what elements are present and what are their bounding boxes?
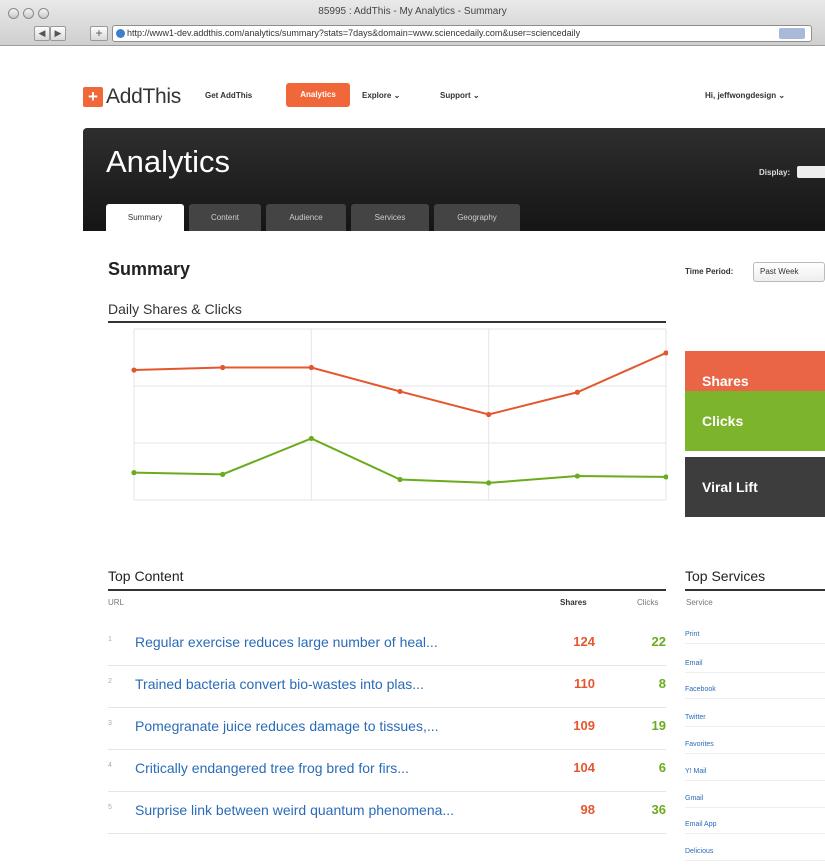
row-shares: 98 — [580, 802, 595, 817]
metric-clicks[interactable]: Clicks — [685, 391, 825, 451]
chart-title: Daily Shares & Clicks — [108, 301, 242, 317]
chevron-down-icon: ⌄ — [472, 91, 480, 100]
plus-icon: + — [83, 87, 103, 107]
col-clicks: Clicks — [637, 598, 659, 607]
user-greeting: Hi, jeffwongdesign — [705, 91, 777, 100]
url-bar[interactable]: http://www1-dev.addthis.com/analytics/su… — [112, 25, 812, 42]
reader-button[interactable] — [779, 28, 805, 39]
page-title: Analytics — [106, 144, 231, 179]
row-number: 1 — [108, 636, 112, 643]
service-link[interactable]: Favorites — [685, 736, 825, 754]
service-link[interactable]: Email — [685, 655, 825, 673]
shares-data-point — [486, 411, 492, 418]
row-shares: 124 — [573, 634, 595, 649]
table-row[interactable]: 5 Surprise link between weird quantum ph… — [108, 792, 666, 834]
daily-shares-clicks-chart — [131, 328, 668, 501]
service-link[interactable]: Y! Mail — [685, 763, 825, 781]
shares-series-line — [133, 352, 667, 416]
summary-heading: Summary — [108, 259, 191, 279]
col-url: URL — [108, 598, 125, 607]
service-link[interactable]: Twitter — [685, 709, 825, 727]
forward-arrow-icon[interactable]: ▶ — [50, 26, 66, 41]
back-arrow-icon[interactable]: ◀ — [34, 26, 50, 41]
row-number: 5 — [108, 804, 112, 811]
shares-data-point — [308, 364, 314, 371]
clicks-data-point — [220, 471, 226, 477]
plus-icon[interactable]: + — [90, 26, 108, 41]
row-number: 4 — [108, 762, 112, 769]
clicks-data-point — [574, 473, 580, 479]
shares-data-point — [397, 388, 403, 395]
row-link[interactable]: Pomegranate juice reduces damage to tiss… — [135, 718, 439, 734]
row-shares: 109 — [573, 718, 595, 733]
url-text: http://www1-dev.addthis.com/analytics/su… — [127, 28, 581, 38]
nav-explore[interactable]: Explore ⌄ — [362, 91, 400, 100]
row-clicks: 22 — [651, 634, 666, 649]
row-clicks: 6 — [658, 760, 666, 775]
nav-get-addthis[interactable]: Get AddThis — [205, 91, 252, 100]
clicks-data-point — [663, 474, 668, 480]
metric-viral-lift[interactable]: Viral Lift — [685, 457, 825, 517]
clicks-data-point — [131, 470, 137, 476]
row-shares: 104 — [573, 760, 595, 775]
nav-support-label: Support — [440, 91, 471, 100]
row-shares: 110 — [574, 676, 595, 691]
shares-data-point — [574, 389, 580, 395]
row-link[interactable]: Critically endangered tree frog bred for… — [135, 760, 409, 776]
top-content-heading: Top Content — [108, 568, 184, 584]
display-label: Display: — [759, 168, 791, 177]
row-clicks: 8 — [658, 676, 666, 691]
row-number: 2 — [108, 678, 112, 685]
top-services-heading: Top Services — [685, 568, 766, 584]
analytics-banner: Analytics Display: Summary Content Audie… — [83, 128, 825, 231]
tab-audience[interactable]: Audience — [266, 204, 346, 231]
service-link[interactable]: Gmail — [685, 790, 825, 808]
nav-analytics[interactable]: Analytics — [286, 83, 350, 107]
chevron-down-icon: ⌄ — [778, 91, 786, 100]
clicks-data-point — [308, 435, 314, 442]
table-row[interactable]: 3 Pomegranate juice reduces damage to ti… — [108, 708, 666, 750]
browser-chrome: 85995 : AddThis - My Analytics - Summary… — [0, 0, 825, 46]
row-number: 3 — [108, 720, 112, 727]
clicks-data-point — [397, 476, 403, 483]
clicks-series-line — [133, 437, 667, 484]
window-title: 85995 : AddThis - My Analytics - Summary — [318, 6, 507, 17]
logo-text: AddThis — [106, 85, 181, 108]
row-link[interactable]: Surprise link between weird quantum phen… — [135, 802, 454, 818]
chevron-down-icon: ⌄ — [393, 91, 401, 100]
row-clicks: 19 — [651, 718, 666, 733]
service-link[interactable]: Email App — [685, 816, 825, 834]
col-shares: Shares — [560, 598, 587, 607]
tab-content[interactable]: Content — [189, 204, 261, 231]
tab-summary[interactable]: Summary — [106, 204, 184, 231]
tab-services[interactable]: Services — [351, 204, 429, 231]
shares-data-point — [131, 367, 137, 373]
row-clicks: 36 — [651, 802, 666, 817]
table-row[interactable]: 1 Regular exercise reduces large number … — [108, 624, 666, 666]
table-row[interactable]: 4 Critically endangered tree frog bred f… — [108, 750, 666, 792]
nav-support[interactable]: Support ⌄ — [440, 91, 480, 100]
tab-geography[interactable]: Geography — [434, 204, 520, 231]
nav-explore-label: Explore — [362, 91, 392, 100]
time-period-select[interactable]: Past Week — [753, 262, 825, 282]
shares-data-point — [220, 364, 226, 371]
service-link[interactable]: Print — [685, 626, 825, 644]
user-menu[interactable]: Hi, jeffwongdesign ⌄ — [705, 91, 785, 100]
row-link[interactable]: Regular exercise reduces large number of… — [135, 634, 438, 650]
globe-icon — [116, 29, 125, 38]
display-select[interactable] — [797, 166, 825, 178]
col-service: Service — [686, 598, 713, 607]
addthis-logo[interactable]: + AddThis — [83, 85, 181, 109]
time-period-label: Time Period: — [685, 267, 734, 276]
top-services-divider — [685, 589, 825, 591]
service-link[interactable]: Facebook — [685, 681, 825, 699]
top-content-divider — [108, 589, 666, 591]
service-link[interactable]: Delicious — [685, 843, 825, 861]
row-link[interactable]: Trained bacteria convert bio-wastes into… — [135, 676, 424, 692]
clicks-data-point — [486, 480, 492, 486]
table-row[interactable]: 2 Trained bacteria convert bio-wastes in… — [108, 666, 666, 708]
